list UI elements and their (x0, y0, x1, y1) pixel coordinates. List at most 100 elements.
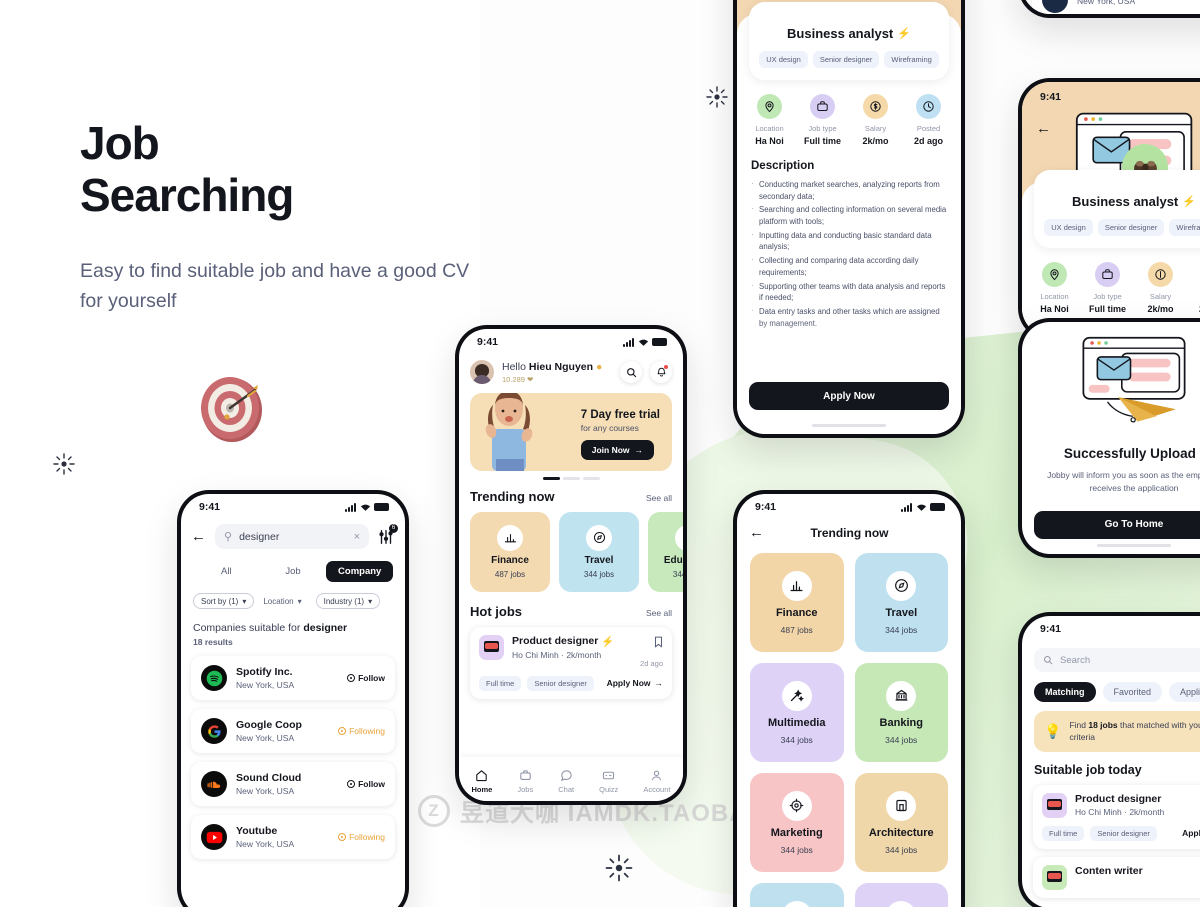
job-tag: Full time (479, 675, 522, 691)
chip-sort-by[interactable]: Sort by (1) ▾ (193, 593, 255, 609)
category-name: Architecture (868, 826, 934, 839)
tab-quizz[interactable]: Quizz (599, 769, 618, 794)
following-button[interactable]: Following (338, 726, 385, 736)
notifications-button[interactable] (650, 361, 672, 383)
trending-name: Finance (491, 554, 529, 566)
join-now-button[interactable]: Join Now → (580, 440, 655, 460)
phone-home: 9:41 Hello Hieu Nguyen ● 10.289 ❤ 7 Day … (455, 325, 687, 805)
trending-see-all[interactable]: See all (646, 493, 672, 503)
tab-matching[interactable]: Matching (1034, 682, 1096, 702)
follow-label: Following (349, 726, 385, 736)
job-detail-title: Business analyst (1072, 194, 1179, 209)
clear-icon[interactable]: × (354, 531, 360, 543)
phone-company-list-clipped: New York, USA (1018, 0, 1200, 18)
follow-button[interactable]: Follow (347, 673, 385, 683)
target-icon (347, 780, 356, 788)
home-indicator (1097, 544, 1171, 547)
job-stat-label: Location (755, 124, 784, 133)
job-stat-label: Posted (916, 124, 941, 133)
wifi-icon (638, 339, 648, 346)
search-button[interactable] (620, 361, 642, 383)
job-card[interactable]: Product designer Ho Chi Minh · 2k/month … (1033, 784, 1200, 849)
job-stat-label: Job type (808, 124, 837, 133)
job-stat-salary: Salary 2k/mo (1135, 262, 1187, 314)
category-card-multimedia[interactable]: Multimedia 344 jobs (750, 663, 844, 762)
category-card-banking[interactable]: Banking 344 jobs (854, 663, 948, 762)
company-name: Google Coop (236, 719, 302, 731)
company-location: New York, USA (236, 839, 295, 849)
segmented-control[interactable]: All Job Company (193, 561, 394, 582)
success-illustration (1022, 334, 1200, 434)
search-input[interactable]: Search (1034, 648, 1200, 672)
promo-banner[interactable]: 7 Day free trial for any courses Join No… (470, 393, 672, 471)
trending-card-travel[interactable]: Travel 344 jobs (559, 511, 639, 592)
sparkle-icon (52, 452, 76, 476)
tab-applied[interactable]: Applied (1169, 682, 1200, 702)
apply-now-button[interactable]: Apply Now (749, 382, 949, 410)
go-to-home-button[interactable]: Go To Home (1034, 510, 1200, 539)
segment-company[interactable]: Company (326, 561, 394, 582)
avatar[interactable] (470, 360, 494, 384)
category-card-architecture[interactable]: Architecture 344 jobs (854, 773, 948, 872)
list-item[interactable]: Sound Cloud New York, USA Follow (191, 762, 395, 806)
status-icons (623, 337, 667, 347)
hot-jobs-title: Hot jobs (470, 603, 522, 619)
screen-job-detail-right: 9:41 ← Business analyst ⚡ UX design Seni… (1022, 82, 1200, 336)
bottom-tab-bar[interactable]: Home Jobs Chat Quizz Account (459, 757, 683, 801)
filter-tabs[interactable]: Matching Favorited Applied (1034, 682, 1200, 702)
job-card[interactable]: Product designer ⚡ Ho Chi Minh · 2k/mont… (470, 626, 672, 699)
category-card-art[interactable]: Art 344 jobs (750, 883, 844, 907)
trending-card-finance[interactable]: Finance 487 jobs (470, 511, 550, 592)
chip-location[interactable]: Location ▾ (260, 593, 309, 609)
job-detail-title-row: Business analyst ⚡ (759, 26, 939, 41)
back-icon[interactable]: ← (1036, 120, 1051, 137)
trending-card-education[interactable]: Education 344 jobs (648, 511, 683, 592)
category-card-it[interactable]: IT 344 jobs (854, 883, 948, 907)
job-stat-value: Ha Noi (1040, 304, 1069, 314)
back-icon[interactable]: ← (191, 529, 207, 544)
apply-now-button[interactable]: Apply Now → (607, 678, 663, 688)
tab-account[interactable]: Account (643, 769, 670, 794)
carousel-dots[interactable] (459, 477, 683, 480)
category-name: Travel (885, 606, 918, 619)
job-card[interactable]: Conten writer (1033, 856, 1200, 898)
tab-favorited[interactable]: Favorited (1102, 682, 1163, 702)
carousel-dot-active[interactable] (542, 477, 560, 480)
segment-job[interactable]: Job (260, 561, 327, 582)
tab-home[interactable]: Home (472, 769, 492, 794)
apply-now-button[interactable]: Apply Now (1182, 828, 1200, 838)
chat-icon (560, 769, 572, 781)
chip-label: Sort by (1) (201, 596, 239, 606)
chip-industry[interactable]: Industry (1) ▾ (315, 593, 381, 609)
company-logo (1042, 0, 1068, 13)
list-item[interactable]: Spotify Inc. New York, USA Follow (191, 656, 395, 700)
category-card-travel[interactable]: Travel 344 jobs (854, 553, 948, 652)
list-item[interactable]: New York, USA (1032, 0, 1200, 14)
hot-jobs-see-all[interactable]: See all (646, 608, 672, 618)
filter-button[interactable]: 6 (377, 523, 398, 546)
search-input[interactable]: ⚲ designer × (215, 524, 369, 549)
briefcase-icon (520, 769, 531, 780)
following-button[interactable]: Following (338, 832, 385, 842)
heart-icon: ❤ (527, 374, 534, 384)
carousel-dot[interactable] (562, 477, 580, 480)
battery-icon (930, 503, 945, 511)
list-item[interactable]: Youtube New York, USA Following (191, 815, 395, 859)
lightning-icon: ⚡ (897, 28, 911, 40)
segment-all[interactable]: All (193, 561, 260, 582)
follow-button[interactable]: Follow (347, 779, 385, 789)
carousel-dot[interactable] (582, 477, 600, 480)
document-icon (886, 900, 917, 907)
category-jobs: 487 jobs (780, 624, 813, 635)
apply-now-label: Apply Now (606, 678, 651, 688)
job-stat-value: Ha Noi (755, 136, 784, 146)
category-card-marketing[interactable]: Marketing 344 jobs (750, 773, 844, 872)
list-item[interactable]: Google Coop New York, USA Following (191, 709, 395, 753)
tab-jobs[interactable]: Jobs (517, 769, 533, 794)
category-jobs: 344 jobs (885, 734, 918, 745)
category-card-finance[interactable]: Finance 487 jobs (750, 553, 844, 652)
status-bar: 9:41 (737, 494, 961, 518)
bookmark-icon[interactable] (654, 635, 663, 653)
tab-chat[interactable]: Chat (558, 769, 574, 794)
lightbulb-icon: 💡 (1044, 722, 1062, 739)
